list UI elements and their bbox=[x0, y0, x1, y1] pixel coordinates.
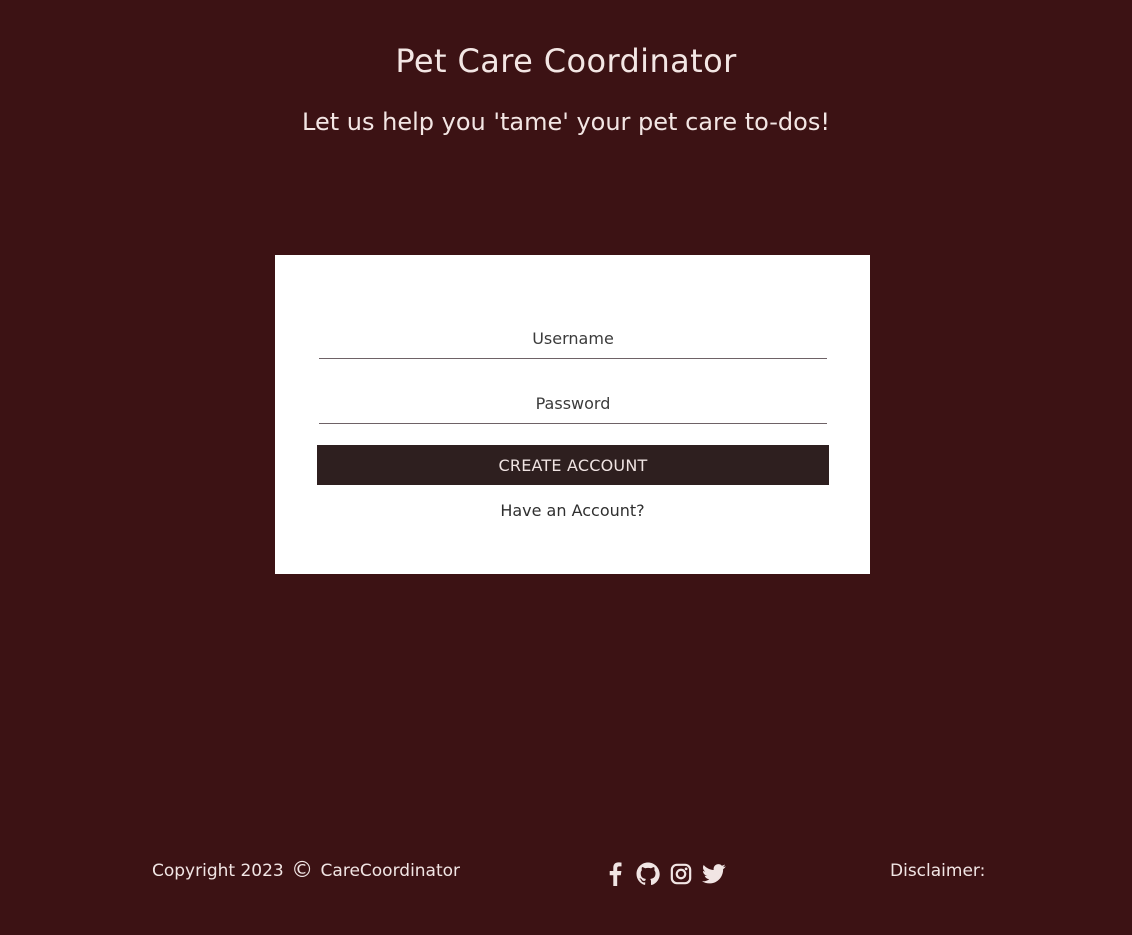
page-tagline: Let us help you 'tame' your pet care to-… bbox=[302, 108, 830, 136]
copyright-owner: CareCoordinator bbox=[320, 861, 461, 881]
have-account-link[interactable]: Have an Account? bbox=[275, 499, 870, 523]
github-link[interactable] bbox=[636, 861, 660, 887]
twitter-icon bbox=[702, 864, 726, 884]
social-links bbox=[603, 861, 726, 887]
page-title: Pet Care Coordinator bbox=[395, 42, 737, 80]
create-account-button[interactable]: CREATE ACCOUNT bbox=[317, 445, 829, 485]
twitter-link[interactable] bbox=[702, 861, 726, 887]
copyright-prefix: Copyright 2023 bbox=[152, 861, 284, 881]
signup-card: CREATE ACCOUNT Have an Account? bbox=[275, 255, 870, 574]
disclaimer-link[interactable]: Disclaimer: bbox=[890, 857, 985, 885]
facebook-icon bbox=[609, 862, 622, 886]
instagram-icon bbox=[670, 863, 692, 885]
copyright-notice: Copyright 2023 © CareCoordinator bbox=[152, 857, 460, 885]
instagram-link[interactable] bbox=[669, 861, 693, 887]
page-footer: Copyright 2023 © CareCoordinator Disclai… bbox=[0, 845, 1132, 905]
password-input[interactable] bbox=[319, 384, 827, 424]
github-icon bbox=[636, 862, 660, 886]
copyright-icon: © bbox=[291, 858, 314, 883]
username-input[interactable] bbox=[319, 319, 827, 359]
facebook-link[interactable] bbox=[603, 861, 627, 887]
